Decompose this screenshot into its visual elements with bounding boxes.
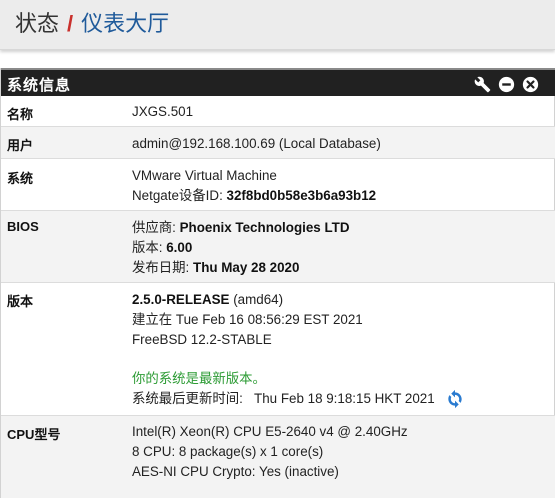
panel-title: 系统信息 — [7, 77, 72, 94]
version-built: 建立在 Tue Feb 16 08:56:29 EST 2021 — [132, 312, 363, 327]
info-table: 名称 JXGS.501 用户 admin@192.168.100.69 (Loc… — [1, 96, 555, 498]
label-cpu: CPU型号 — [7, 427, 61, 442]
last-check-label: 系统最后更新时间: — [132, 391, 243, 406]
bios-version-label: 版本: — [132, 240, 167, 255]
last-check-value: Thu Feb 18 9:18:15 HKT 2021 — [254, 391, 435, 406]
breadcrumb-dashboard-link[interactable]: 仪表大厅 — [81, 11, 169, 36]
system-platform: VMware Virtual Machine — [132, 168, 277, 183]
label-bios: BIOS — [7, 219, 39, 234]
row-bios: BIOS 供应商: Phoenix Technologies LTD 版本: 6… — [1, 211, 555, 283]
bios-version: 版本: 6.00 — [132, 238, 350, 258]
bios-date: 发布日期: Thu May 28 2020 — [132, 258, 350, 278]
bios-vendor-value: Phoenix Technologies LTD — [179, 220, 350, 235]
bios-date-value: Thu May 28 2020 — [193, 260, 300, 275]
row-cpu: CPU型号 Intel(R) Xeon(R) CPU E5-2640 v4 @ … — [1, 416, 555, 498]
row-user: 用户 admin@192.168.100.69 (Local Database) — [1, 127, 555, 159]
up-to-date-status: 你的系统是最新版本。 — [132, 371, 266, 386]
bios-vendor-label: 供应商: — [132, 220, 180, 235]
cpu-crypto: AES-NI CPU Crypto: Yes (inactive) — [132, 464, 339, 479]
breadcrumb-status: 状态 — [15, 11, 60, 36]
value-user: admin@192.168.100.69 (Local Database) — [132, 136, 381, 151]
refresh-icon[interactable] — [445, 389, 465, 409]
bios-date-label: 发布日期: — [132, 260, 194, 275]
value-bios: 供应商: Phoenix Technologies LTD 版本: 6.00 发… — [132, 218, 350, 278]
label-version: 版本 — [7, 294, 34, 309]
bios-vendor: 供应商: Phoenix Technologies LTD — [132, 218, 350, 238]
label-system: 系统 — [7, 171, 34, 186]
version-arch: (amd64) — [229, 292, 284, 307]
netgate-id-label: Netgate设备ID: — [132, 188, 227, 203]
value-name: JXGS.501 — [132, 104, 194, 119]
cpu-count: 8 CPU: 8 package(s) x 1 core(s) — [132, 444, 324, 459]
system-info-panel: 系统信息 名称 JXGS.501 用户 admin@192.168.100.69… — [0, 68, 555, 498]
page-header: 状态 / 仪表大厅 — [0, 0, 555, 50]
row-version: 版本 2.5.0-RELEASE (amd64) 建立在 Tue Feb 16 … — [1, 283, 555, 416]
version-freebsd: FreeBSD 12.2-STABLE — [132, 332, 272, 347]
bios-version-value: 6.00 — [166, 240, 193, 255]
netgate-id-line: Netgate设备ID: 32f8bd0b58e3b6a93b12 — [132, 186, 376, 206]
minus-circle-icon[interactable] — [497, 75, 515, 93]
panel-heading: 系统信息 — [1, 68, 555, 96]
panel-tools — [473, 75, 539, 93]
value-version: 2.5.0-RELEASE (amd64) 建立在 Tue Feb 16 08:… — [132, 290, 465, 409]
breadcrumb-separator: / — [67, 11, 74, 36]
last-check-line: 系统最后更新时间: Thu Feb 18 9:18:15 HKT 2021 — [132, 389, 465, 409]
version-release: 2.5.0-RELEASE — [132, 292, 230, 307]
netgate-id-value: 32f8bd0b58e3b6a93b12 — [226, 188, 377, 203]
wrench-icon[interactable] — [473, 75, 491, 93]
version-release-line: 2.5.0-RELEASE (amd64) — [132, 290, 465, 310]
label-user: 用户 — [7, 138, 34, 153]
breadcrumb: 状态 / 仪表大厅 — [15, 11, 169, 37]
label-name: 名称 — [7, 107, 34, 122]
close-circle-icon[interactable] — [521, 75, 539, 93]
value-system: VMware Virtual Machine Netgate设备ID: 32f8… — [132, 166, 376, 206]
row-system: 系统 VMware Virtual Machine Netgate设备ID: 3… — [1, 159, 555, 211]
row-name: 名称 JXGS.501 — [1, 96, 555, 127]
cpu-model: Intel(R) Xeon(R) CPU E5-2640 v4 @ 2.40GH… — [132, 424, 408, 439]
value-cpu: Intel(R) Xeon(R) CPU E5-2640 v4 @ 2.40GH… — [132, 422, 408, 482]
